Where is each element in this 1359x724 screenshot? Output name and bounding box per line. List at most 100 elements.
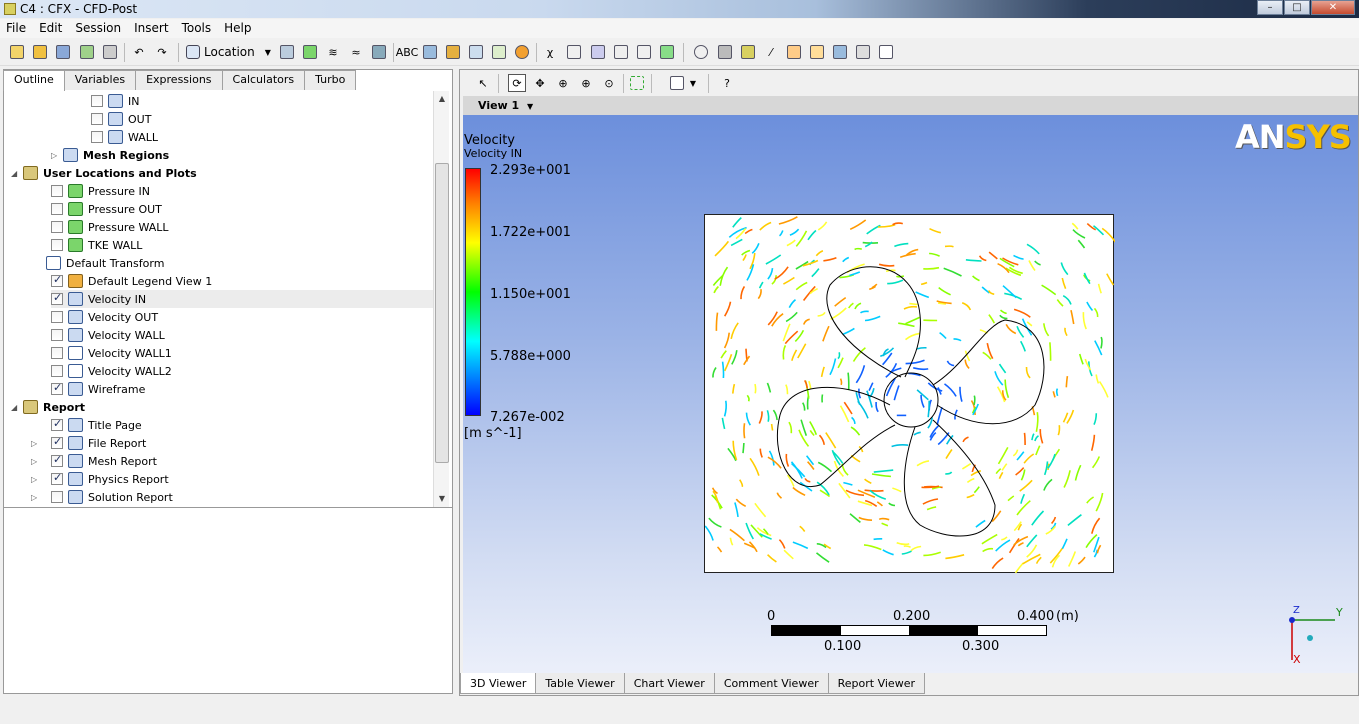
- refresh-icon[interactable]: [78, 43, 96, 61]
- menu-file[interactable]: File: [0, 19, 33, 38]
- expand-arrow-icon[interactable]: ▷: [31, 493, 40, 502]
- tree-item[interactable]: ◢ User Locations and Plots: [11, 164, 197, 182]
- zoom-box-icon[interactable]: ⊕: [577, 74, 595, 92]
- figure-icon[interactable]: [658, 43, 676, 61]
- checkbox[interactable]: [51, 417, 63, 431]
- undo-icon[interactable]: ↶: [130, 43, 148, 61]
- scroll-up-icon[interactable]: ▲: [434, 91, 450, 107]
- clip-plane-icon[interactable]: [490, 43, 508, 61]
- tree-item[interactable]: Velocity OUT: [51, 308, 158, 326]
- timestep-icon[interactable]: [692, 43, 710, 61]
- tree-item[interactable]: ▷ File Report: [31, 434, 146, 452]
- checkbox[interactable]: [51, 435, 63, 449]
- tree-item[interactable]: Velocity WALL: [51, 326, 165, 344]
- tree-item[interactable]: WALL: [91, 128, 158, 146]
- tree-item[interactable]: TKE WALL: [51, 236, 142, 254]
- checkbox[interactable]: [51, 491, 63, 503]
- contour-icon[interactable]: [301, 43, 319, 61]
- checkbox[interactable]: [51, 471, 63, 485]
- expression-icon[interactable]: [565, 43, 583, 61]
- tab-calculators[interactable]: Calculators: [221, 70, 306, 90]
- checkbox[interactable]: [51, 239, 63, 251]
- expand-arrow-icon[interactable]: ▷: [31, 439, 40, 448]
- macro-calculator-icon[interactable]: [808, 43, 826, 61]
- expand-arrow-icon[interactable]: ▷: [51, 151, 60, 160]
- streamline-icon[interactable]: ≋: [324, 43, 342, 61]
- scroll-down-icon[interactable]: ▼: [434, 491, 450, 507]
- tree-item-selected[interactable]: Velocity IN: [51, 290, 433, 308]
- velocity-plot[interactable]: [704, 214, 1117, 574]
- text-icon[interactable]: ABC: [396, 43, 419, 61]
- checkbox[interactable]: [51, 203, 63, 215]
- tree-item[interactable]: Default Legend View 1: [51, 272, 212, 290]
- select-icon[interactable]: ↖: [474, 74, 492, 92]
- checkbox[interactable]: [91, 131, 103, 143]
- minimize-button[interactable]: –: [1257, 0, 1283, 15]
- vector-icon[interactable]: [278, 43, 296, 61]
- scroll-thumb[interactable]: [435, 163, 449, 463]
- checkbox[interactable]: [51, 273, 63, 287]
- instance-transform-icon[interactable]: [467, 43, 485, 61]
- checkbox[interactable]: [51, 311, 63, 323]
- mesh-calculator-icon[interactable]: [831, 43, 849, 61]
- expand-arrow-icon[interactable]: ▷: [31, 457, 40, 466]
- pan-icon[interactable]: ✥: [531, 74, 549, 92]
- legend-icon[interactable]: [444, 43, 462, 61]
- menu-tools[interactable]: Tools: [176, 19, 219, 38]
- checkbox[interactable]: [51, 221, 63, 233]
- save-icon[interactable]: [54, 43, 72, 61]
- maximize-button[interactable]: □: [1284, 0, 1310, 15]
- tree-item[interactable]: Pressure OUT: [51, 200, 162, 218]
- tree-item[interactable]: ▷ Mesh Regions: [51, 146, 169, 164]
- menu-edit[interactable]: Edit: [33, 19, 69, 38]
- checkbox[interactable]: [51, 291, 63, 305]
- checkbox[interactable]: [51, 453, 63, 467]
- chevron-down-icon[interactable]: ▼: [684, 74, 702, 92]
- collapse-arrow-icon[interactable]: ◢: [11, 403, 20, 412]
- tab-table-viewer[interactable]: Table Viewer: [535, 673, 625, 694]
- tree-item[interactable]: Default Transform: [46, 254, 164, 272]
- variable-icon[interactable]: χ: [541, 43, 559, 61]
- new-icon[interactable]: [8, 43, 26, 61]
- quick-editor-icon[interactable]: [739, 43, 757, 61]
- tab-chart-viewer[interactable]: Chart Viewer: [623, 673, 715, 694]
- chart-icon[interactable]: [612, 43, 630, 61]
- particle-track-icon[interactable]: ≈: [347, 43, 365, 61]
- case-comparison-icon[interactable]: [854, 43, 872, 61]
- tree-item[interactable]: OUT: [91, 110, 151, 128]
- zoom-icon[interactable]: ⊕: [554, 74, 572, 92]
- tab-variables[interactable]: Variables: [63, 70, 137, 90]
- tree-item[interactable]: Pressure WALL: [51, 218, 169, 236]
- open-icon[interactable]: [31, 43, 49, 61]
- tab-3d-viewer[interactable]: 3D Viewer: [460, 673, 537, 694]
- table-icon[interactable]: [589, 43, 607, 61]
- probe-icon[interactable]: ⁄: [762, 43, 780, 61]
- fit-view-icon[interactable]: [628, 74, 646, 92]
- close-button[interactable]: ✕: [1311, 0, 1355, 15]
- tree-item[interactable]: Title Page: [51, 416, 142, 434]
- tab-outline[interactable]: Outline: [3, 70, 65, 91]
- tree-scrollbar[interactable]: ▲ ▼: [433, 91, 449, 507]
- checkbox[interactable]: [51, 381, 63, 395]
- menu-insert[interactable]: Insert: [128, 19, 175, 38]
- zoom-fit-icon[interactable]: ⊙: [600, 74, 618, 92]
- tree-item[interactable]: Pressure IN: [51, 182, 150, 200]
- rotate-icon[interactable]: ⟳: [508, 74, 526, 92]
- tab-expressions[interactable]: Expressions: [135, 70, 223, 90]
- comment-icon[interactable]: [635, 43, 653, 61]
- tree-item[interactable]: ◢ Report: [11, 398, 85, 416]
- animation-icon[interactable]: [716, 43, 734, 61]
- help-icon[interactable]: ?: [718, 74, 736, 92]
- checkbox[interactable]: [51, 347, 63, 359]
- checkbox[interactable]: [51, 329, 63, 341]
- tree-item[interactable]: Velocity WALL2: [51, 362, 172, 380]
- expand-arrow-icon[interactable]: ▷: [31, 475, 40, 484]
- checkbox[interactable]: [91, 95, 103, 107]
- tree-item[interactable]: ▷ Physics Report: [31, 470, 169, 488]
- tree-item[interactable]: IN: [91, 92, 139, 110]
- menu-help[interactable]: Help: [218, 19, 258, 38]
- tab-turbo[interactable]: Turbo: [304, 70, 357, 90]
- tab-comment-viewer[interactable]: Comment Viewer: [713, 673, 829, 694]
- collapse-arrow-icon[interactable]: ◢: [11, 169, 20, 178]
- tree-item[interactable]: ▷ Solution Report: [31, 488, 173, 506]
